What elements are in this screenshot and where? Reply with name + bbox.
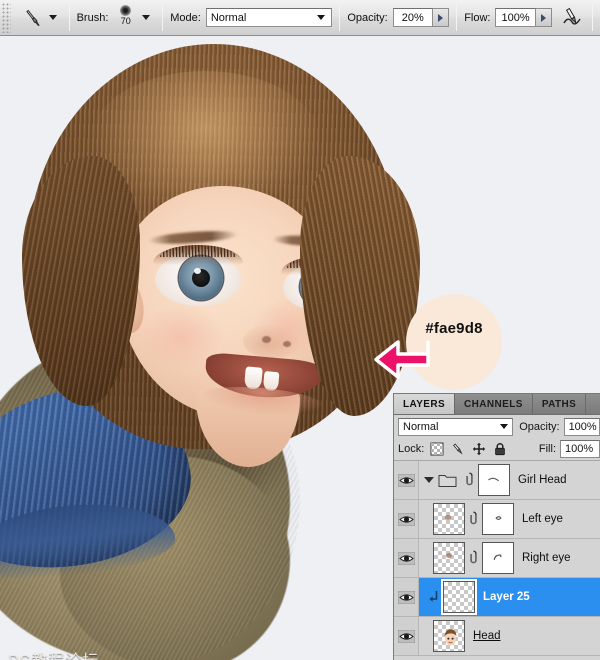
layers-panel: LAYERS CHANNELS PATHS Normal Opacity: 10…	[393, 393, 600, 660]
lock-row: Lock: Fill: 100%	[394, 438, 600, 461]
layer-row-girl-head[interactable]: Girl Head	[394, 461, 600, 500]
toolbar-separator-5	[591, 4, 593, 31]
mask-shape	[495, 516, 502, 521]
layer-mask-thumbnail-right-eye[interactable]	[482, 542, 514, 574]
eye-left-glint	[194, 268, 201, 274]
layer-name-right-eye[interactable]: Right eye	[522, 552, 571, 564]
mask-shape	[493, 554, 502, 560]
paintbrush-tool-icon[interactable]	[21, 6, 45, 30]
layer-mask-thumbnail-left-eye[interactable]	[482, 503, 514, 535]
link-icon[interactable]	[469, 550, 478, 566]
flow-input[interactable]: 100%	[495, 8, 536, 27]
eye-icon	[397, 512, 415, 526]
disclosure-triangle-icon[interactable]	[424, 477, 434, 483]
panel-tab-bar: LAYERS CHANNELS PATHS	[394, 394, 600, 415]
play-arrow-icon	[438, 13, 444, 22]
fill-group: Fill: 100%	[533, 440, 600, 458]
panel-tab-filler	[586, 394, 600, 414]
layer-thumbnail-head[interactable]	[433, 620, 465, 652]
girl-nostril-left	[262, 336, 271, 343]
visibility-toggle-head[interactable]	[394, 617, 419, 655]
lock-all-icon[interactable]	[493, 442, 507, 456]
layer-name-left-eye[interactable]: Left eye	[522, 513, 563, 525]
layer-row-head[interactable]: Head	[394, 617, 600, 656]
play-arrow-icon-2	[540, 13, 546, 22]
tool-preset-chevron-down-icon[interactable]	[48, 15, 57, 20]
panel-opacity-input[interactable]: 100%	[563, 417, 600, 436]
tab-channels[interactable]: CHANNELS	[455, 394, 533, 414]
chevron-down-icon	[500, 424, 509, 429]
layer-row-layer-25[interactable]: Layer 25	[394, 578, 600, 617]
watermark: PS教程论坛 BBS.16XX8.COM	[8, 652, 144, 660]
visibility-toggle-right-eye[interactable]	[394, 539, 419, 577]
flow-label: Flow:	[464, 11, 491, 24]
layer-thumbnail-right-eye[interactable]	[433, 542, 465, 574]
panel-opacity-label: Opacity:	[519, 420, 560, 433]
girl-nose-shadow	[243, 324, 301, 358]
thumbnail-face-preview	[442, 627, 459, 648]
brush-picker-chevron-down-icon[interactable]	[142, 15, 151, 20]
mask-shape	[488, 477, 500, 482]
fill-label: Fill:	[538, 443, 556, 455]
lock-image-pixels-icon[interactable]	[451, 442, 465, 456]
thumbnail-content-speck	[445, 515, 451, 520]
layer-blend-mode-value: Normal	[403, 420, 439, 433]
eye-icon	[397, 629, 415, 643]
folder-icon	[438, 473, 457, 488]
toolbar-drag-grip[interactable]	[2, 2, 11, 33]
eye-icon	[397, 590, 415, 604]
lock-icon-group	[430, 442, 507, 456]
eye-icon	[397, 551, 415, 565]
link-icon[interactable]	[469, 511, 478, 527]
soft-round-brush-icon	[120, 4, 132, 16]
visibility-toggle-girl-head[interactable]	[394, 461, 419, 499]
layer-row-right-eye[interactable]: Right eye	[394, 539, 600, 578]
tab-paths[interactable]: PATHS	[532, 394, 587, 414]
visibility-toggle-layer-25[interactable]	[394, 578, 419, 616]
brush-preview[interactable]: 70	[113, 3, 138, 33]
visibility-toggle-left-eye[interactable]	[394, 500, 419, 538]
color-hex-label: #fae9d8	[425, 320, 483, 337]
tab-layers[interactable]: LAYERS	[394, 394, 456, 414]
toolbar-separator-4	[456, 4, 458, 31]
layer-list: Girl Head Left eye Right eye Layer 25 He…	[394, 461, 600, 656]
toolbar-separator-3	[339, 4, 341, 31]
thumbnail-content-speck	[446, 553, 452, 558]
arrow-right-icon	[374, 340, 430, 379]
chevron-down-icon	[317, 15, 326, 20]
clipping-mask-icon	[428, 590, 439, 604]
airbrush-toggle-icon[interactable]	[560, 6, 586, 30]
blend-mode-select[interactable]: Normal	[205, 8, 333, 27]
blend-mode-row: Normal Opacity: 100%	[394, 415, 600, 438]
fill-input[interactable]: 100%	[560, 440, 600, 458]
brush-size-value: 70	[120, 15, 131, 26]
toolbar-separator-2	[162, 4, 164, 31]
opacity-label: Opacity:	[347, 11, 388, 24]
lock-label: Lock:	[398, 443, 425, 455]
blend-mode-value: Normal	[210, 11, 247, 24]
girl-nostril-right	[283, 341, 291, 347]
flow-slider-button[interactable]	[535, 8, 552, 27]
opacity-input[interactable]: 20%	[392, 8, 433, 27]
layer-mask-thumbnail-girl-head[interactable]	[478, 464, 510, 496]
link-icon[interactable]	[465, 472, 474, 488]
toolbar-separator	[68, 4, 70, 31]
layer-thumbnail-left-eye[interactable]	[433, 503, 465, 535]
lock-transparent-pixels-icon[interactable]	[430, 442, 444, 456]
opacity-slider-button[interactable]	[432, 8, 450, 27]
layer-name-girl-head[interactable]: Girl Head	[518, 474, 567, 486]
mode-label: Mode:	[170, 11, 201, 24]
lock-position-icon[interactable]	[472, 442, 486, 456]
layer-row-left-eye[interactable]: Left eye	[394, 500, 600, 539]
photoshop-window: Brush: 70 Mode: Normal Opacity: 20% Flow…	[0, 0, 600, 660]
eye-icon	[397, 473, 415, 487]
options-bar: Brush: 70 Mode: Normal Opacity: 20% Flow…	[0, 0, 600, 36]
layer-blend-mode-select[interactable]: Normal	[398, 417, 514, 436]
brush-label: Brush:	[76, 11, 109, 24]
watermark-site-name: PS教程论坛	[8, 652, 144, 660]
layer-name-head[interactable]: Head	[473, 630, 501, 642]
annotation-arrow	[370, 336, 432, 382]
layer-thumbnail-layer-25[interactable]	[441, 579, 477, 615]
layer-name-layer-25[interactable]: Layer 25	[483, 591, 530, 603]
